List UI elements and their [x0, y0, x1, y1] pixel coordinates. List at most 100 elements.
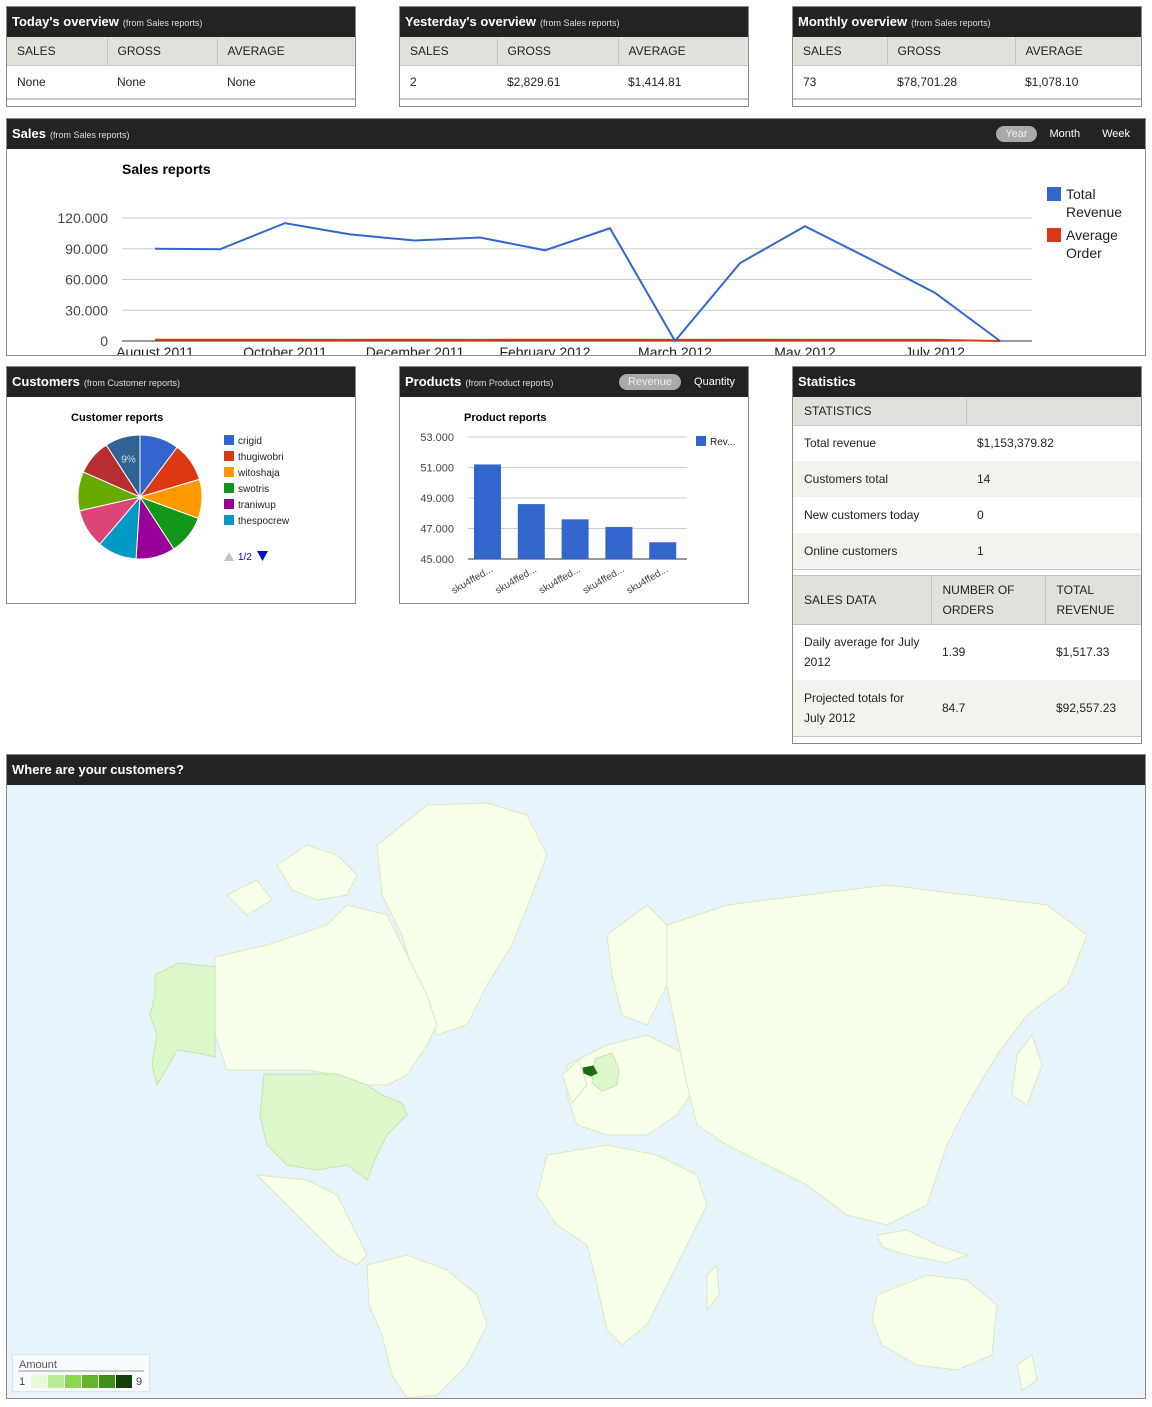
- panel-source: (from Sales reports): [540, 18, 620, 28]
- gross-value: $2,829.61: [497, 65, 618, 100]
- legend-swatch: [224, 451, 234, 461]
- region-south-america[interactable]: [366, 1254, 488, 1398]
- legend-swatch: [99, 1375, 115, 1388]
- panel-header: Yesterday's overview (from Sales reports): [400, 7, 748, 37]
- chart-title: Product reports: [464, 412, 547, 424]
- x-tick-label: May 2012: [774, 344, 836, 355]
- region-united-states[interactable]: [259, 1073, 408, 1181]
- y-tick-label: 51.000: [420, 463, 454, 475]
- panel-header: Statistics: [793, 367, 1141, 397]
- col-gross: GROSS: [107, 37, 218, 66]
- legend-label: Order: [1066, 245, 1102, 261]
- panel-title: Products: [405, 374, 462, 389]
- legend-label: traniwup: [238, 500, 276, 511]
- panel-header: Today's overview (from Sales reports): [7, 7, 355, 37]
- sales-data-row: Projected totals for July 2012 84.7 $92,…: [793, 680, 1141, 736]
- legend-label: Revenue: [1066, 204, 1122, 220]
- panel-source: (from Sales reports): [122, 18, 203, 28]
- gross-value: None: [107, 65, 217, 100]
- col-value: [966, 397, 1141, 426]
- x-tick-label: August 2011: [116, 344, 194, 355]
- region-japan: [1011, 1033, 1043, 1106]
- legend-label: Average: [1066, 227, 1118, 243]
- stat-label: New customers today: [804, 508, 920, 522]
- overview-table: SALES GROSS AVERAGE 2 $2,829.61 $1,414.8…: [400, 37, 748, 100]
- legend-label: Rev...: [710, 437, 735, 448]
- region-mexico[interactable]: [255, 1174, 368, 1266]
- sales-panel: Sales (from Sales reports) Year Month Wee…: [6, 118, 1146, 356]
- region-australia[interactable]: [871, 1274, 998, 1371]
- legend-swatch: [31, 1375, 47, 1388]
- panel-header: Monthly overview (from Sales reports): [793, 7, 1141, 37]
- region-alaska[interactable]: [149, 962, 216, 1087]
- tab-revenue[interactable]: Revenue: [618, 374, 682, 390]
- tab-quantity[interactable]: Quantity: [685, 374, 744, 390]
- stat-value: 1: [966, 533, 1141, 569]
- customer-pie-chart: Customer reports 9% crigid thugiwobri wito…: [71, 412, 290, 563]
- col-sales: SALES: [793, 37, 888, 66]
- period-tabs: Year Month Week: [996, 119, 1139, 149]
- stat-value: 14: [966, 461, 1141, 497]
- sales-data-table: SALES DATA NUMBER OF ORDERS TOTAL REVENU…: [793, 576, 1141, 736]
- col-gross: GROSS: [497, 37, 619, 66]
- sales-line-chart: Sales reports 0 30.000 60.000 90.000 120.000…: [57, 161, 1122, 355]
- y-tick-label: 49.000: [420, 493, 454, 505]
- col-sales: SALES: [400, 37, 498, 66]
- sales-value: None: [7, 65, 107, 100]
- x-tick-label: October 2011: [243, 344, 327, 355]
- panel-header: Where are your customers?: [7, 755, 1145, 785]
- y-tick-label: 0: [100, 333, 108, 349]
- products-panel: Products (from Product reports) Revenue Q…: [399, 366, 749, 604]
- region-new-zealand: [1016, 1354, 1038, 1391]
- tab-month[interactable]: Month: [1041, 126, 1090, 142]
- stat-row: Total revenue $1,153,379.82: [793, 425, 1141, 461]
- col-average: AVERAGE: [217, 37, 355, 66]
- stat-label: Customers total: [793, 461, 966, 497]
- metric-tabs: Revenue Quantity: [618, 367, 744, 397]
- region-canada-islands: [226, 844, 358, 916]
- legend-label: Total: [1066, 186, 1096, 202]
- legend-swatch: [224, 499, 234, 509]
- bar[interactable]: [517, 504, 545, 559]
- stat-label: Total revenue: [804, 436, 877, 451]
- col-total-revenue: TOTAL REVENUE: [1045, 576, 1141, 625]
- y-tick-label: 53.000: [420, 432, 454, 444]
- world-map-svg: [149, 802, 1088, 1398]
- tab-week[interactable]: Week: [1093, 126, 1139, 142]
- customer-map-panel: Where are your customers? Amount 1 9: [6, 754, 1146, 1399]
- x-tick-label: sku4ffed...: [450, 564, 495, 597]
- bar[interactable]: [561, 519, 589, 559]
- row-orders: 1.39: [942, 645, 966, 660]
- pager-up-icon[interactable]: [224, 552, 234, 561]
- tab-year[interactable]: Year: [996, 126, 1037, 142]
- legend-title: Amount: [19, 1359, 57, 1371]
- slice-label: 9%: [121, 454, 136, 465]
- world-map[interactable]: Amount 1 9: [7, 785, 1145, 1398]
- map-legend: Amount 1 9: [12, 1354, 150, 1392]
- legend-label: thugiwobri: [238, 452, 284, 463]
- panel-title: Monthly overview: [798, 14, 908, 29]
- panel-source: (from Product reports): [465, 378, 554, 388]
- sales-value: 2: [400, 65, 497, 100]
- bar[interactable]: [605, 526, 633, 559]
- bar[interactable]: [474, 464, 501, 559]
- overview-table: SALES GROSS AVERAGE 73 $78,701.28 $1,078…: [793, 37, 1141, 100]
- row-label: Projected totals for July 2012: [793, 680, 931, 736]
- row-revenue: $1,517.33: [1056, 645, 1110, 660]
- sales-value: 73: [793, 65, 887, 100]
- pager-down-icon[interactable]: [257, 551, 268, 561]
- bar[interactable]: [649, 542, 677, 559]
- col-average: AVERAGE: [1015, 37, 1141, 66]
- panel-title: Statistics: [798, 374, 856, 389]
- legend-label: thespocrew: [238, 516, 290, 527]
- pager-label: 1/2: [238, 552, 252, 563]
- stat-label: Online customers: [793, 533, 966, 569]
- panel-title: Customers: [12, 374, 80, 389]
- average-value: $1,414.81: [618, 65, 748, 100]
- series-line-total-revenue[interactable]: [154, 222, 1001, 343]
- monthly-overview-panel: Monthly overview (from Sales reports) SAL…: [792, 6, 1142, 107]
- panel-header: Products (from Product reports) Revenue Q…: [400, 367, 748, 397]
- x-tick-label: March 2012: [638, 344, 712, 355]
- region-africa[interactable]: [536, 1144, 708, 1346]
- chart-title: Customer reports: [71, 412, 163, 424]
